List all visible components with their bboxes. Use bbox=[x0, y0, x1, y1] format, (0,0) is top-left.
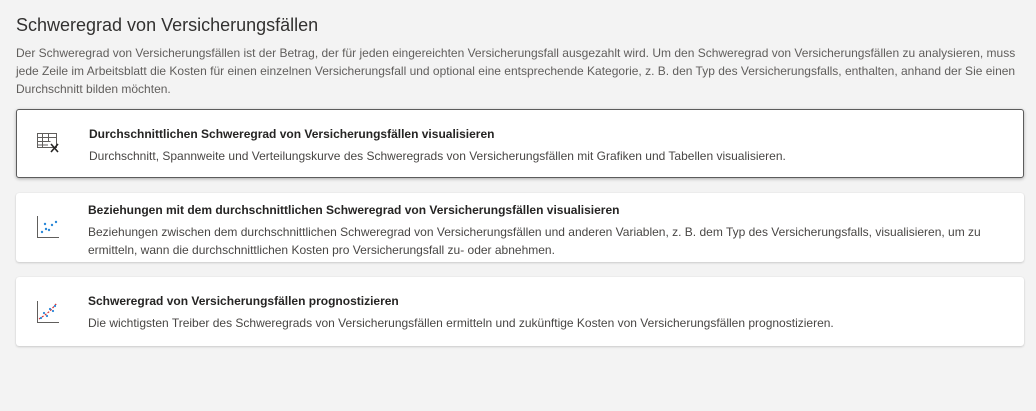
card-text: Durchschnittlichen Schweregrad von Versi… bbox=[89, 126, 1003, 165]
scatter-plot-icon bbox=[35, 214, 61, 240]
table-x-icon bbox=[36, 130, 62, 156]
option-card-visualize-average[interactable]: Durchschnittlichen Schweregrad von Versi… bbox=[16, 109, 1024, 178]
page-description: Der Schweregrad von Versicherungsfällen … bbox=[16, 46, 1016, 96]
card-text: Schweregrad von Versicherungsfällen prog… bbox=[88, 293, 1004, 332]
page-title: Schweregrad von Versicherungsfällen bbox=[16, 15, 319, 35]
option-card-visualize-relationships[interactable]: Beziehungen mit dem durchschnittlichen S… bbox=[16, 193, 1024, 262]
card-description: Die wichtigsten Treiber des Schweregrads… bbox=[88, 316, 834, 330]
option-card-forecast[interactable]: Schweregrad von Versicherungsfällen prog… bbox=[16, 277, 1024, 346]
card-text: Beziehungen mit dem durchschnittlichen S… bbox=[88, 202, 1004, 259]
page: Schweregrad von Versicherungsfällen Der … bbox=[0, 0, 1036, 411]
card-title: Durchschnittlichen Schweregrad von Versi… bbox=[89, 127, 495, 141]
card-description: Durchschnitt, Spannweite und Verteilungs… bbox=[89, 149, 786, 163]
card-title: Beziehungen mit dem durchschnittlichen S… bbox=[88, 203, 620, 217]
card-title: Schweregrad von Versicherungsfällen prog… bbox=[88, 294, 399, 308]
forecast-chart-icon bbox=[35, 299, 61, 325]
card-description: Beziehungen zwischen dem durchschnittlic… bbox=[88, 225, 981, 257]
